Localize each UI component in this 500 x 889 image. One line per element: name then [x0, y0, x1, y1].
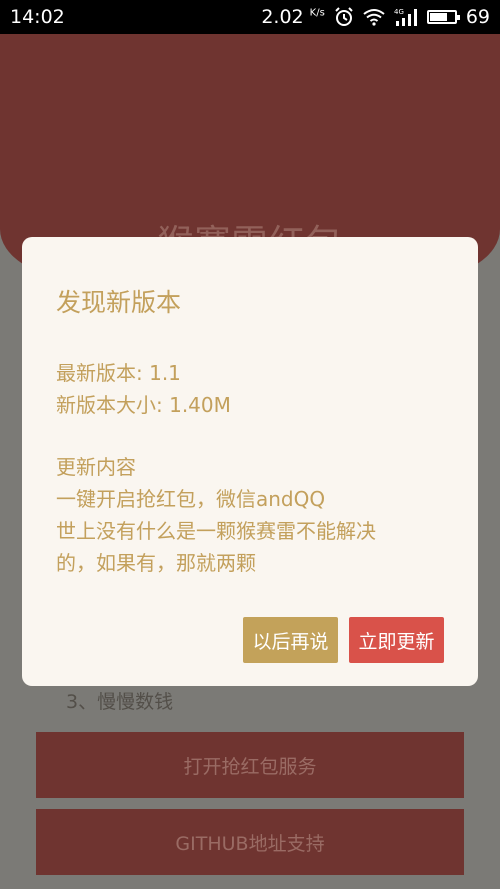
network-speed: 2.02 K/s [261, 6, 325, 28]
status-icons: 2.02 K/s 4G 69 [261, 6, 490, 28]
changelog-line: 世上没有什么是一颗猴赛雷不能解决 [56, 519, 376, 543]
update-now-button[interactable]: 立即更新 [349, 617, 444, 663]
instruction-step-3: 3、慢慢数钱 [66, 691, 174, 713]
github-support-button[interactable]: GITHUB地址支持 [36, 809, 464, 875]
status-time: 14:02 [10, 6, 65, 28]
open-service-button[interactable]: 打开抢红包服务 [36, 732, 464, 798]
status-bar: 14:02 2.02 K/s 4G 69 [0, 0, 500, 34]
changelog-heading: 更新内容 [56, 455, 136, 479]
alarm-icon [334, 7, 354, 27]
latest-version: 最新版本: 1.1 [56, 361, 181, 385]
package-size: 新版本大小: 1.40M [56, 393, 231, 417]
wifi-icon [363, 8, 385, 26]
changelog-line: 的，如果有，那就两颗 [56, 551, 256, 575]
battery-icon [426, 10, 460, 24]
dialog-message: 最新版本: 1.1 新版本大小: 1.40M 更新内容 一键开启抢红包，微信an… [56, 357, 446, 579]
update-dialog: 发现新版本 最新版本: 1.1 新版本大小: 1.40M 更新内容 一键开启抢红… [22, 237, 478, 686]
later-button[interactable]: 以后再说 [243, 617, 338, 663]
svg-text:4G: 4G [394, 8, 404, 16]
dialog-title: 发现新版本 [56, 288, 182, 317]
signal-icon: 4G [394, 7, 418, 27]
dialog-actions: 以后再说 立即更新 [243, 617, 444, 663]
changelog-line: 一键开启抢红包，微信andQQ [56, 487, 326, 511]
battery-percent: 69 [465, 6, 490, 28]
